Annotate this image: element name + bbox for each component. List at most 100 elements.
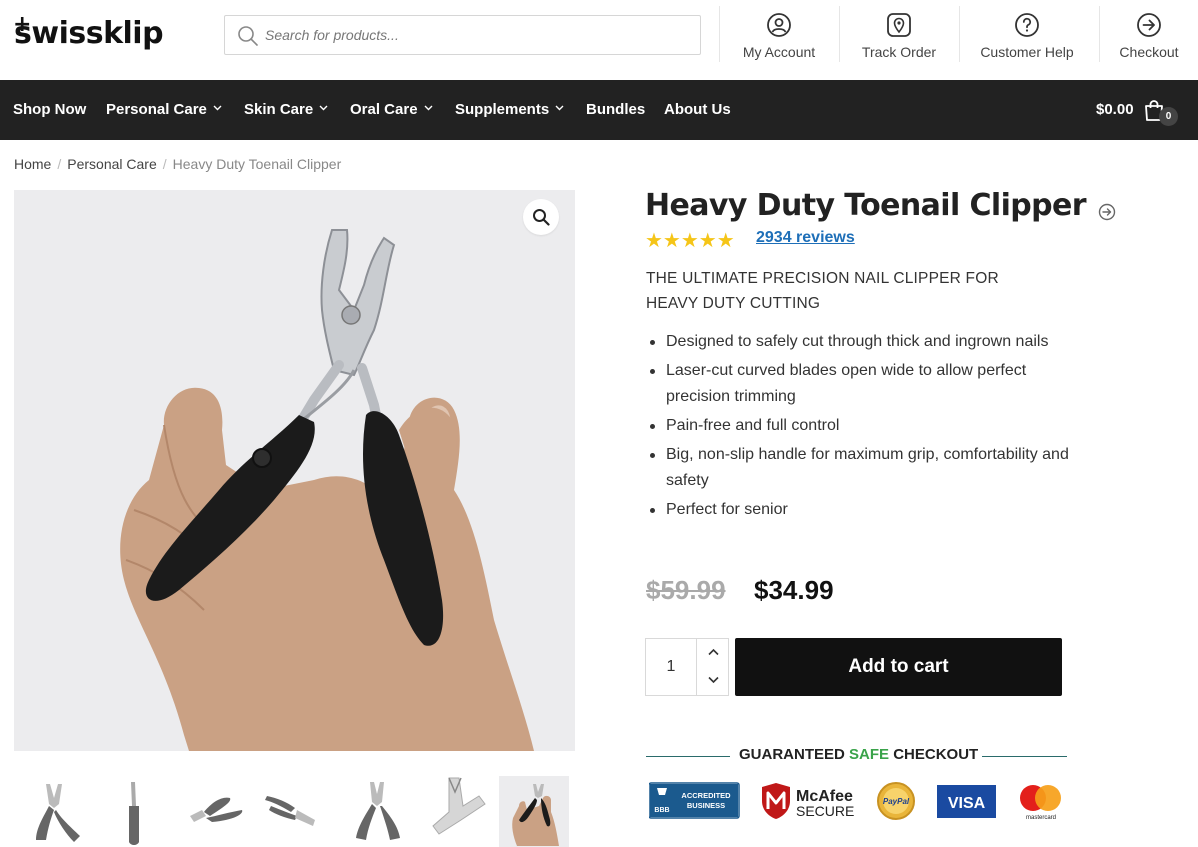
- question-icon: [1015, 13, 1039, 37]
- logo-text: swissklip: [14, 16, 164, 51]
- reviews-link[interactable]: 2934 reviews: [756, 229, 855, 247]
- visa-text: VISA: [948, 795, 986, 812]
- feature-item: Laser-cut curved blades open wide to all…: [650, 358, 1078, 410]
- logo-plus-mark: +: [13, 12, 31, 37]
- thumbnail-1[interactable]: [24, 776, 94, 847]
- clipper-thumbnail-image: [512, 784, 559, 846]
- feature-item: Pain-free and full control: [650, 413, 1078, 439]
- site-logo[interactable]: + swissklip: [13, 12, 164, 52]
- nav-item-supplements[interactable]: Supplements: [455, 80, 564, 140]
- thumbnail-4[interactable]: [261, 776, 331, 847]
- clipper-thumbnail-image: [129, 782, 139, 845]
- breadcrumb-current: Heavy Duty Toenail Clipper: [172, 156, 342, 172]
- nav-item-shop-now[interactable]: Shop Now: [13, 80, 86, 140]
- thumbnail-6[interactable]: [419, 776, 489, 847]
- nav-label: Oral Care: [350, 101, 418, 118]
- quantity-input[interactable]: [646, 639, 696, 695]
- divider-line: [982, 756, 1067, 757]
- breadcrumb-category[interactable]: Personal Care: [67, 156, 157, 172]
- quantity-decrease-button[interactable]: [696, 667, 729, 695]
- feature-item: Designed to safely cut through thick and…: [650, 329, 1078, 355]
- nav-item-bundles[interactable]: Bundles: [586, 80, 645, 140]
- nav-label: About Us: [664, 101, 731, 118]
- thumbnail-7-selected[interactable]: [499, 776, 569, 847]
- track-order-link[interactable]: Track Order: [840, 0, 958, 72]
- nav-item-about-us[interactable]: About Us: [664, 80, 731, 140]
- cart-total[interactable]: $0.00: [1096, 80, 1134, 140]
- chevron-down-icon: [319, 105, 328, 111]
- location-pin-icon: [887, 13, 911, 37]
- search-box: [224, 15, 701, 55]
- nav-item-personal-care[interactable]: Personal Care: [106, 80, 222, 140]
- thumbnail-3[interactable]: [182, 776, 252, 847]
- paypal-text: PayPal: [883, 797, 910, 806]
- product-tagline: THE ULTIMATE PRECISION NAIL CLIPPER FOR …: [646, 270, 999, 312]
- chevron-down-icon: [555, 105, 564, 111]
- star-icons: ★★★★★: [645, 230, 735, 252]
- safe-text: SAFE: [849, 746, 890, 763]
- mcafee-secure-badge: McAfee SECURE: [762, 783, 854, 819]
- original-price: $59.99: [646, 575, 726, 605]
- nav-label: Supplements: [455, 101, 550, 118]
- track-order-label: Track Order: [861, 44, 937, 60]
- arrow-right-circle-icon: [1137, 13, 1161, 37]
- paypal-verified-badge: PayPal: [877, 782, 915, 820]
- visa-badge: VISA: [937, 785, 996, 818]
- mastercard-badge: mastercard: [1020, 785, 1061, 821]
- chevron-down-icon: [708, 676, 719, 684]
- bbb-mark-text: BBB: [654, 807, 669, 814]
- nav-label: Bundles: [586, 101, 646, 118]
- customer-help-link[interactable]: Customer Help: [960, 0, 1094, 72]
- breadcrumb: Home / Personal Care / Heavy Duty Toenail Cl…: [14, 156, 341, 172]
- divider-line: [646, 756, 730, 757]
- checkout-label: Checkout: [1119, 44, 1179, 60]
- bbb-accredited-badge: BBB ACCREDITED BUSINESS: [649, 782, 740, 819]
- breadcrumb-home[interactable]: Home: [14, 156, 51, 172]
- quantity-increase-button[interactable]: [696, 639, 729, 667]
- nav-label: Personal Care: [106, 101, 207, 118]
- nav-label: Skin Care: [244, 101, 314, 118]
- bbb-line1-text: ACCREDITED: [681, 791, 731, 800]
- my-account-label: My Account: [742, 44, 816, 60]
- feature-item: Big, non-slip handle for maximum grip, c…: [650, 442, 1078, 494]
- nav-label: Shop Now: [13, 101, 87, 118]
- nav-item-oral-care[interactable]: Oral Care: [350, 80, 433, 140]
- site-header: + swissklip My Account Track Order: [0, 0, 1198, 80]
- thumbnail-5[interactable]: [340, 776, 410, 847]
- customer-help-label: Customer Help: [980, 44, 1074, 60]
- search-icon: [238, 26, 258, 46]
- main-nav: Shop Now Personal Care Skin Care Oral Ca…: [0, 80, 1198, 140]
- nav-item-skin-care[interactable]: Skin Care: [244, 80, 328, 140]
- hand-holding-clipper-image: [120, 229, 534, 751]
- guaranteed-text: GUARANTEED: [739, 746, 845, 763]
- clipper-thumbnail-image: [265, 796, 315, 826]
- add-to-cart-button[interactable]: Add to cart: [735, 638, 1062, 696]
- quantity-stepper: [645, 638, 729, 696]
- thumbnail-gallery: [24, 776, 574, 847]
- clipper-thumbnail-image: [190, 797, 243, 822]
- zoom-button[interactable]: [523, 199, 559, 235]
- mastercard-text: mastercard: [1026, 815, 1056, 821]
- star-rating: ★★★★★: [645, 228, 735, 253]
- chevron-down-icon: [213, 105, 222, 111]
- thumbnail-2[interactable]: [103, 776, 173, 847]
- checkout-text: CHECKOUT: [893, 746, 979, 763]
- chevron-up-icon: [708, 648, 719, 656]
- chevron-down-icon: [424, 105, 433, 111]
- cart-count-badge: 0: [1159, 107, 1178, 126]
- clipper-thumbnail-image: [36, 784, 80, 842]
- product-main-image[interactable]: [14, 190, 575, 751]
- product-title: Heavy Duty Toenail Clipper: [645, 188, 1087, 223]
- clipper-thumbnail-image: [356, 782, 400, 840]
- clipper-thumbnail-image: [432, 777, 486, 835]
- account-icon: [767, 13, 791, 37]
- my-account-link[interactable]: My Account: [720, 0, 838, 72]
- breadcrumb-separator: /: [57, 156, 62, 172]
- safe-checkout-heading: GUARANTEED SAFE CHECKOUT: [739, 746, 978, 763]
- feature-list: Designed to safely cut through thick and…: [650, 329, 1078, 526]
- breadcrumb-separator: /: [162, 156, 167, 172]
- checkout-link[interactable]: Checkout: [1100, 0, 1198, 72]
- next-product-icon[interactable]: [1098, 203, 1116, 221]
- search-input[interactable]: [265, 16, 685, 54]
- bbb-line2-text: BUSINESS: [687, 801, 725, 810]
